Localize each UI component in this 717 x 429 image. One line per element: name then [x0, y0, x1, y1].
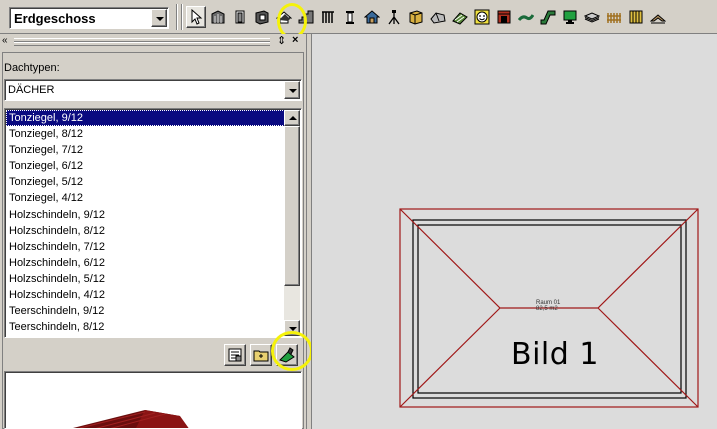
list-item[interactable]: Tonziegel, 7/12 — [6, 142, 285, 158]
roof-category-select[interactable]: DÄCHER — [4, 79, 302, 101]
window-icon[interactable] — [252, 6, 272, 28]
terrain-icon[interactable] — [450, 6, 470, 28]
roof-preview — [4, 371, 302, 429]
roof-tool-icon[interactable] — [274, 6, 294, 28]
new-folder-icon — [253, 350, 269, 362]
floor-selector[interactable]: Erdgeschoss — [9, 7, 169, 29]
roof-types-label: Dachtypen: — [4, 62, 60, 74]
close-icon[interactable]: × — [292, 34, 298, 46]
face-icon[interactable] — [472, 6, 492, 28]
roof-library-panel: « ⇕ × Dachtypen: DÄCHER Tonziegel, 9/12 … — [0, 34, 313, 429]
apply-roof-button[interactable] — [276, 344, 298, 366]
list-item[interactable]: Holzschindeln, 5/12 — [6, 271, 285, 287]
stairs-icon[interactable] — [296, 6, 316, 28]
properties-icon — [228, 348, 242, 362]
list-scrollbar[interactable] — [284, 110, 300, 336]
gate-icon[interactable] — [626, 6, 646, 28]
new-folder-button[interactable] — [250, 344, 272, 366]
room-area: 82,5 m2 — [536, 306, 558, 312]
list-action-bar — [4, 340, 302, 370]
floor-selector-value: Erdgeschoss — [14, 11, 96, 26]
scroll-up-icon[interactable] — [284, 110, 300, 126]
dock-pin-icon[interactable]: ⇕ — [277, 34, 286, 47]
figure-caption: Bild 1 — [511, 337, 599, 372]
roof-type-items: Tonziegel, 9/12 Tonziegel, 8/12 Tonziege… — [6, 110, 285, 335]
door-icon[interactable] — [230, 6, 250, 28]
roof-preview-drawing — [73, 410, 189, 428]
list-item[interactable]: Holzschindeln, 7/12 — [6, 239, 285, 255]
scroll-thumb[interactable] — [284, 126, 300, 286]
column-icon[interactable] — [340, 6, 360, 28]
tripod-icon[interactable] — [384, 6, 404, 28]
list-item[interactable]: Tonziegel, 6/12 — [6, 158, 285, 174]
roof-shape-icon[interactable] — [428, 6, 448, 28]
wall-icon[interactable] — [208, 6, 228, 28]
list-item[interactable]: Tonziegel, 8/12 — [6, 126, 285, 142]
roof-category-value: DÄCHER — [8, 84, 55, 96]
monitor-icon[interactable] — [560, 6, 580, 28]
properties-button[interactable] — [224, 344, 246, 366]
railing-icon[interactable] — [318, 6, 338, 28]
toolbar-separator — [176, 4, 178, 30]
list-item[interactable]: Holzschindeln, 6/12 — [6, 255, 285, 271]
ramp-icon[interactable] — [538, 6, 558, 28]
fence-icon[interactable] — [604, 6, 624, 28]
layers-icon[interactable] — [582, 6, 602, 28]
fireplace-icon[interactable] — [494, 6, 514, 28]
list-item[interactable]: Holzschindeln, 4/12 — [6, 287, 285, 303]
main-toolbar: Erdgeschoss — [0, 0, 717, 39]
room-label: Raum 01 82,5 m2 — [536, 300, 560, 312]
chevron-down-icon[interactable] — [284, 81, 300, 99]
chevron-down-icon[interactable] — [151, 9, 167, 27]
pipe-icon[interactable] — [516, 6, 536, 28]
select-arrow-icon[interactable] — [186, 6, 206, 28]
list-item[interactable]: Teerschindeln, 8/12 — [6, 319, 285, 335]
scroll-down-icon[interactable] — [284, 320, 300, 336]
list-item[interactable]: Tonziegel, 5/12 — [6, 174, 285, 190]
collapse-panel-icon[interactable]: « — [2, 35, 8, 46]
list-item[interactable]: Tonziegel, 9/12 — [6, 110, 285, 127]
slope-icon[interactable] — [648, 6, 668, 28]
toolbar-separator — [181, 4, 183, 30]
list-item[interactable]: Holzschindeln, 9/12 — [6, 207, 285, 223]
apply-roof-icon — [279, 347, 295, 363]
house-icon[interactable] — [362, 6, 382, 28]
list-item[interactable]: Holzschindeln, 8/12 — [6, 223, 285, 239]
roof-type-list[interactable]: Tonziegel, 9/12 Tonziegel, 8/12 Tonziege… — [4, 108, 302, 338]
cabinet-icon[interactable] — [406, 6, 426, 28]
drag-grip[interactable] — [14, 42, 270, 46]
panel-title-bar[interactable]: « ⇕ × — [0, 34, 306, 48]
list-item[interactable]: Teerschindeln, 9/12 — [6, 303, 285, 319]
list-item[interactable]: Tonziegel, 4/12 — [6, 190, 285, 206]
